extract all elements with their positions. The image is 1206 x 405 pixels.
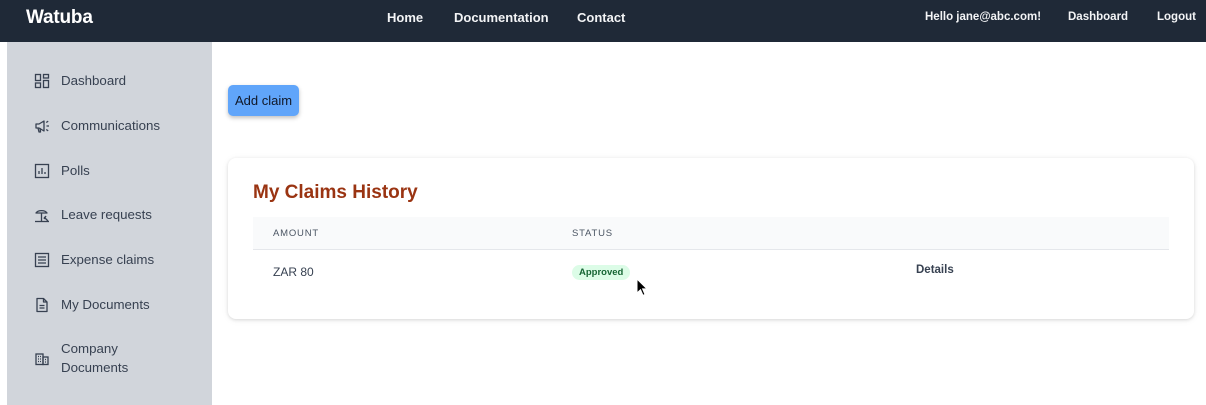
sidebar-item-label: Leave requests bbox=[61, 207, 152, 222]
nav-home-link[interactable]: Home bbox=[387, 10, 423, 25]
list-icon bbox=[34, 252, 50, 268]
table-row: ZAR 80 Approved Details bbox=[253, 250, 1169, 294]
megaphone-icon bbox=[34, 118, 50, 134]
sidebar-item-expense-claims[interactable]: Expense claims bbox=[7, 240, 212, 280]
sidebar: Dashboard Communications Polls Leave req… bbox=[7, 42, 212, 405]
sidebar-item-polls[interactable]: Polls bbox=[7, 151, 212, 191]
column-header-status: STATUS bbox=[572, 228, 613, 239]
mouse-cursor-icon bbox=[636, 278, 648, 296]
chart-icon bbox=[34, 163, 50, 179]
sidebar-item-label: Dashboard bbox=[61, 73, 127, 88]
sidebar-item-my-documents[interactable]: My Documents bbox=[7, 285, 212, 325]
sidebar-item-company-documents[interactable]: Company Documents bbox=[7, 338, 212, 382]
add-claim-button[interactable]: Add claim bbox=[228, 85, 299, 116]
nav-documentation-link[interactable]: Documentation bbox=[454, 10, 549, 25]
sidebar-item-label: Company Documents bbox=[61, 341, 129, 375]
sidebar-item-communications[interactable]: Communications bbox=[7, 106, 212, 146]
sidebar-item-label: Polls bbox=[61, 163, 90, 178]
sidebar-item-leave-requests[interactable]: Leave requests bbox=[7, 195, 212, 235]
dashboard-icon bbox=[34, 73, 50, 89]
details-link[interactable]: Details bbox=[916, 264, 954, 276]
sidebar-item-dashboard[interactable]: Dashboard bbox=[7, 61, 212, 101]
user-greeting: Hello jane@abc.com! bbox=[925, 11, 1042, 23]
claim-amount: ZAR 80 bbox=[273, 265, 314, 279]
table-header: AMOUNT STATUS bbox=[253, 217, 1169, 250]
nav-dashboard-link[interactable]: Dashboard bbox=[1068, 11, 1128, 23]
building-icon bbox=[34, 350, 50, 366]
beach-umbrella-icon bbox=[34, 207, 50, 223]
sidebar-item-label: Expense claims bbox=[61, 252, 155, 267]
column-header-amount: AMOUNT bbox=[273, 228, 319, 239]
brand-logo[interactable]: Watuba bbox=[26, 7, 93, 29]
sidebar-item-label: My Documents bbox=[61, 297, 150, 312]
status-badge: Approved bbox=[572, 265, 631, 280]
sidebar-item-label: Communications bbox=[61, 118, 161, 133]
nav-contact-link[interactable]: Contact bbox=[577, 10, 625, 25]
card-title: My Claims History bbox=[253, 182, 418, 203]
top-navbar: Watuba Home Documentation Contact Hello … bbox=[0, 0, 1206, 42]
document-icon bbox=[34, 297, 50, 313]
claims-history-card: My Claims History AMOUNT STATUS ZAR 80 A… bbox=[228, 158, 1194, 319]
logout-link[interactable]: Logout bbox=[1157, 11, 1196, 23]
